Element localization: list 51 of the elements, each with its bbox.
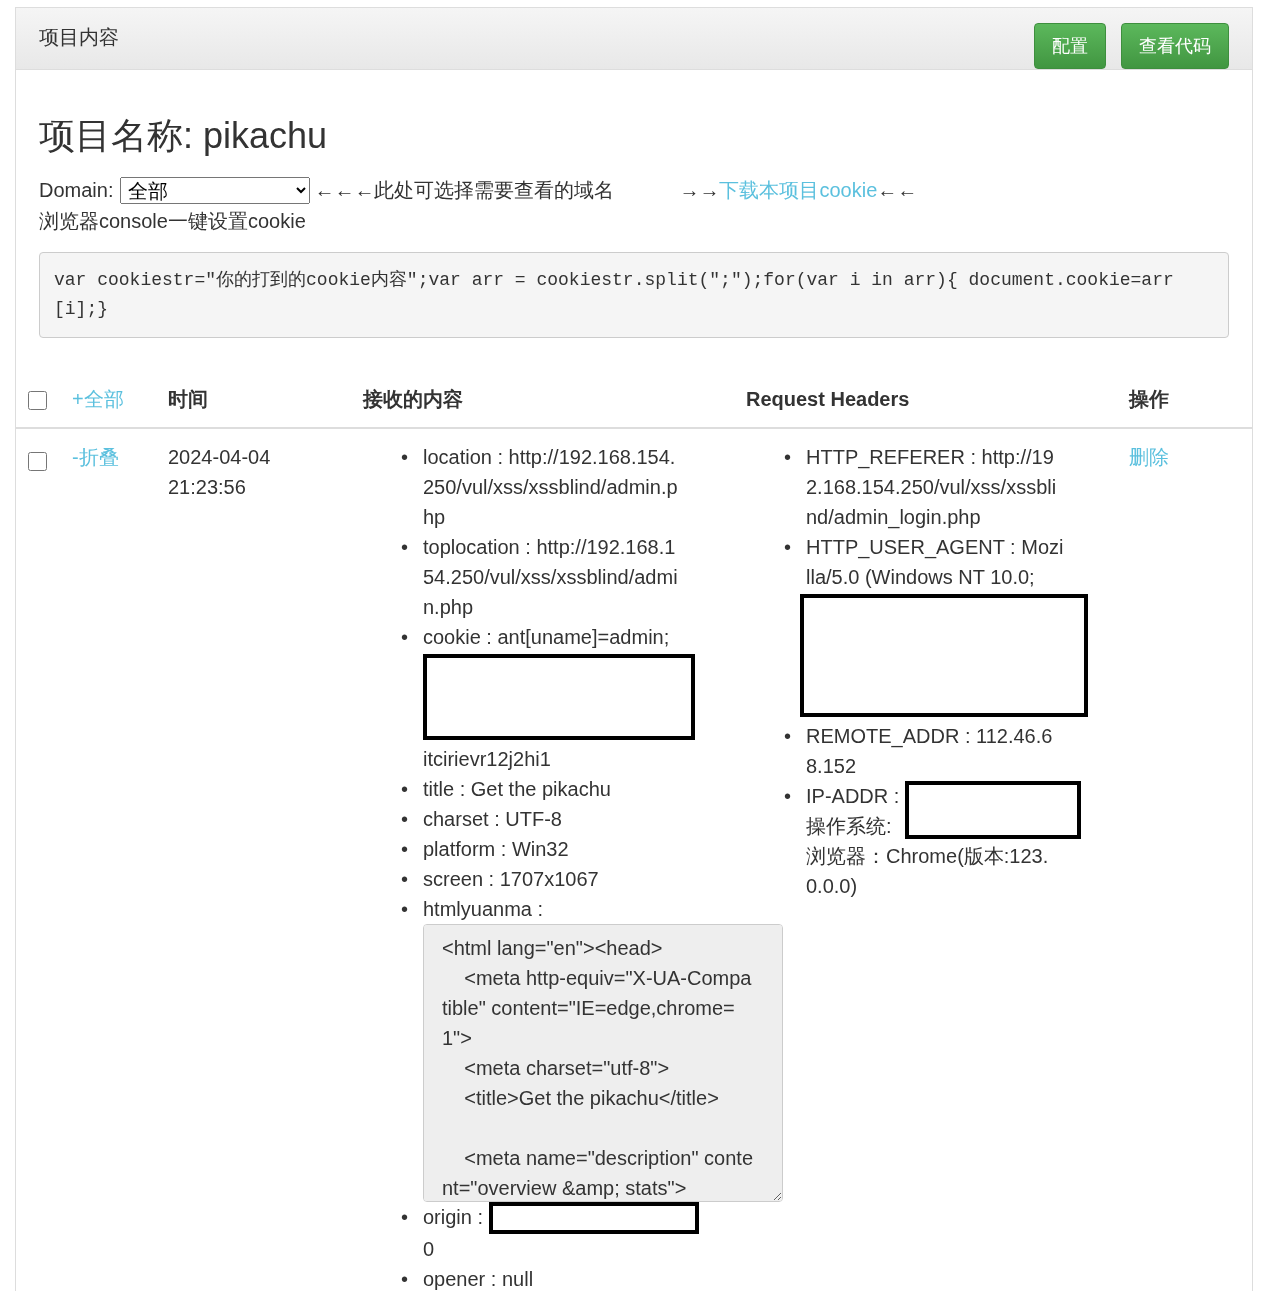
column-header: 操作 <box>1129 388 1169 410</box>
column-header: Request Headers <box>746 388 910 410</box>
bullet-marker: • <box>784 535 791 560</box>
bullet-marker: • <box>401 807 408 832</box>
row-checkbox[interactable] <box>28 452 47 472</box>
expand-all-link[interactable]: +全部 <box>72 388 124 410</box>
domain-select[interactable]: 全部 <box>120 177 311 204</box>
bullet-marker: • <box>401 625 408 650</box>
header-button[interactable]: 配置 <box>1034 22 1106 69</box>
field-text: 0 <box>423 1237 436 1262</box>
field-text: charset : UTF-8 <box>423 808 562 830</box>
header-button[interactable]: 查看代码 <box>1121 22 1229 69</box>
column-header: 接收的内容 <box>363 388 463 410</box>
domain-hint: ←←←此处可选择需要查看的域名 <box>314 178 615 203</box>
bullet-marker: • <box>784 724 791 749</box>
field-text: 操作系统: 浏览器：Chrome(版本:123.0.0.0) <box>806 814 1050 899</box>
field-text: origin : <box>423 1206 485 1228</box>
field-text: htmlyuanma : <box>423 898 544 920</box>
collapse-link[interactable]: -折叠 <box>72 446 119 468</box>
bullet-marker: • <box>401 777 408 802</box>
bullet-marker: • <box>401 837 408 862</box>
field-text: opener : null <box>423 1268 534 1290</box>
column-header: 时间 <box>168 388 208 410</box>
field-text: screen : 1707x1067 <box>423 868 599 890</box>
panel-title: 项目内容 <box>39 25 119 50</box>
bullet-marker: • <box>401 535 408 560</box>
field-text: itcirievr12j2hi1 <box>423 748 551 770</box>
bullet-marker: • <box>784 784 791 809</box>
download-cookie-link[interactable]: 下载本项目cookie <box>719 179 878 201</box>
delete-link[interactable]: 删除 <box>1129 446 1169 468</box>
field-text: platform : Win32 <box>423 838 569 860</box>
field-text: REMOTE_ADDR : 112.46.68.152 <box>806 725 1053 777</box>
arrow-text: ←← <box>877 179 918 201</box>
console-label: 浏览器console一键设置cookie <box>39 209 307 234</box>
bullet-marker: • <box>401 867 408 892</box>
bullet-marker: • <box>401 1205 408 1230</box>
project-title: 项目名称: pikachu <box>39 114 329 158</box>
bullet-marker: • <box>401 445 408 470</box>
time-cell-text: 2024-04-04 21:23:56 <box>168 445 272 500</box>
bullet-marker: • <box>401 897 408 922</box>
arrow-text: →→ <box>679 179 720 201</box>
code-block: var cookiestr="你的打到的cookie内容";var arr = cookiestr.split(";");for(var i in arr){ document.cookie=arr[i];} <box>39 252 1229 338</box>
field-text: HTTP_REFERER : http://192.168.154.250/vul/xss/xssblind/admin_login.php <box>806 446 1057 528</box>
select-all-checkbox[interactable] <box>28 391 47 411</box>
field-text: IP-ADDR : <box>806 785 901 807</box>
field-text: title : Get the pikachu <box>423 778 611 800</box>
domain-label: Domain: <box>39 179 114 202</box>
bullet-marker: • <box>401 1267 408 1291</box>
bullet-marker: • <box>784 445 791 470</box>
field-text: HTTP_USER_AGENT : Mozilla/5.0 (Windows NT 10.0; <box>806 536 1064 588</box>
field-text: cookie : ant[uname]=admin; <box>423 626 670 648</box>
